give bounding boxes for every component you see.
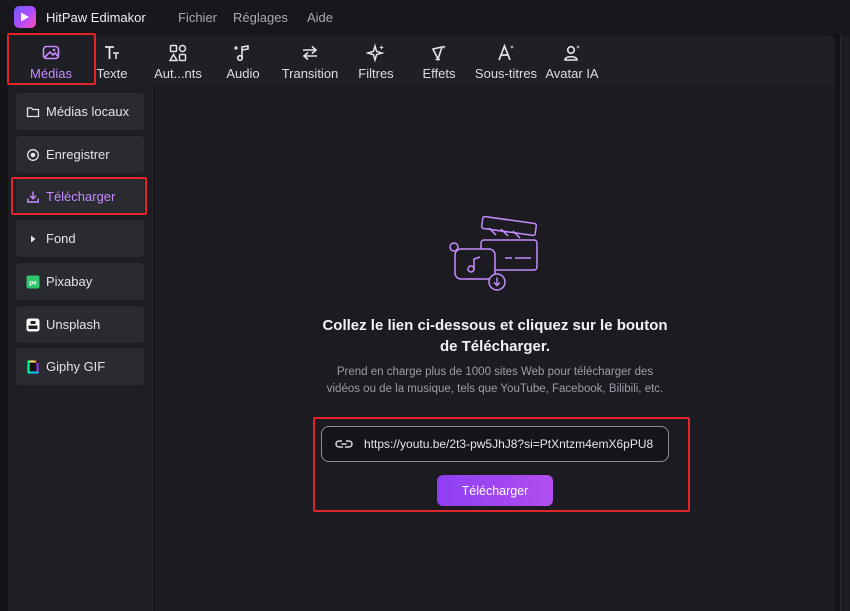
sidebar-item-label: Giphy GIF <box>46 359 106 374</box>
tab-media-label: Médias <box>30 66 72 81</box>
pixabay-icon: px <box>26 275 40 289</box>
tab-audio-label: Audio <box>226 66 260 81</box>
text-icon <box>101 42 123 64</box>
url-input-field[interactable] <box>321 426 669 462</box>
tab-filters-label: Filtres <box>358 66 394 81</box>
sidebar-item-label: Enregistrer <box>46 147 110 162</box>
download-media-illustration-icon <box>449 216 538 291</box>
transition-icon <box>299 42 321 64</box>
filter-icon <box>365 42 387 64</box>
avatar-icon <box>561 42 583 64</box>
sidebar-item-giphy[interactable]: Giphy GIF <box>16 348 144 385</box>
link-icon <box>335 440 353 448</box>
sidebar-item-label: Unsplash <box>46 317 101 332</box>
main-toolbar: Médias Texte Aut...nts Audio Transition … <box>8 35 835 86</box>
menu-file[interactable]: Fichier <box>178 10 217 25</box>
tab-elements-label: Aut...nts <box>154 66 202 81</box>
url-input[interactable] <box>364 437 668 451</box>
media-icon <box>40 42 62 64</box>
subtitles-icon <box>495 42 517 64</box>
sidebar-item-local-media[interactable]: Médias locaux <box>16 93 144 130</box>
tab-avatar-label: Avatar IA <box>545 66 599 81</box>
sidebar-item-label: Pixabay <box>46 274 93 289</box>
app-logo-icon <box>14 6 36 28</box>
effects-icon <box>428 42 450 64</box>
tab-elements[interactable]: Aut...nts <box>148 35 208 86</box>
elements-icon <box>167 42 189 64</box>
tab-subtitles[interactable]: Sous-titres <box>472 35 540 86</box>
tab-text[interactable]: Texte <box>94 35 130 86</box>
sidebar-item-record[interactable]: Enregistrer <box>16 136 144 173</box>
svg-text:px: px <box>29 279 37 286</box>
sidebar-item-background[interactable]: Fond <box>16 220 144 257</box>
menu-help[interactable]: Aide <box>307 10 333 25</box>
caret-right-icon <box>26 232 40 246</box>
download-icon <box>26 190 40 204</box>
audio-icon <box>232 42 254 64</box>
sidebar-item-label: Télécharger <box>46 189 116 204</box>
tab-transition[interactable]: Transition <box>278 35 342 86</box>
download-panel: Collez le lien ci-dessous et cliquez sur… <box>154 86 835 611</box>
unsplash-icon <box>26 318 40 332</box>
supported-sites-text: Prend en charge plus de 1000 sites Web p… <box>326 366 664 395</box>
tab-audio[interactable]: Audio <box>222 35 264 86</box>
record-icon <box>26 148 40 162</box>
giphy-icon <box>26 360 40 374</box>
title-bar: HitPaw Edimakor Fichier Réglages Aide <box>0 0 850 34</box>
tab-avatar[interactable]: Avatar IA <box>542 35 602 86</box>
sidebar-item-label: Médias locaux <box>46 104 130 119</box>
sidebar-item-pixabay[interactable]: px Pixabay <box>16 263 144 300</box>
tab-effects[interactable]: Effets <box>418 35 460 86</box>
tab-transition-label: Transition <box>281 66 339 81</box>
menu-settings[interactable]: Réglages <box>233 10 288 25</box>
app-title: HitPaw Edimakor <box>46 10 146 25</box>
download-button[interactable]: Télécharger <box>437 475 553 506</box>
right-panel-edge <box>840 35 850 611</box>
tab-filters[interactable]: Filtres <box>354 35 398 86</box>
sidebar-item-unsplash[interactable]: Unsplash <box>16 306 144 343</box>
media-sidebar: Médias locaux Enregistrer Télécharger Fo… <box>8 86 153 611</box>
sidebar-item-label: Fond <box>46 231 76 246</box>
folder-icon <box>26 105 40 119</box>
tab-subtitles-label: Sous-titres <box>474 66 538 81</box>
sidebar-item-download[interactable]: Télécharger <box>16 178 144 215</box>
tab-text-label: Texte <box>96 66 128 81</box>
download-headline: Collez le lien ci-dessous et cliquez sur… <box>322 317 668 355</box>
tab-media[interactable]: Médias <box>10 35 92 86</box>
tab-effects-label: Effets <box>422 66 456 81</box>
